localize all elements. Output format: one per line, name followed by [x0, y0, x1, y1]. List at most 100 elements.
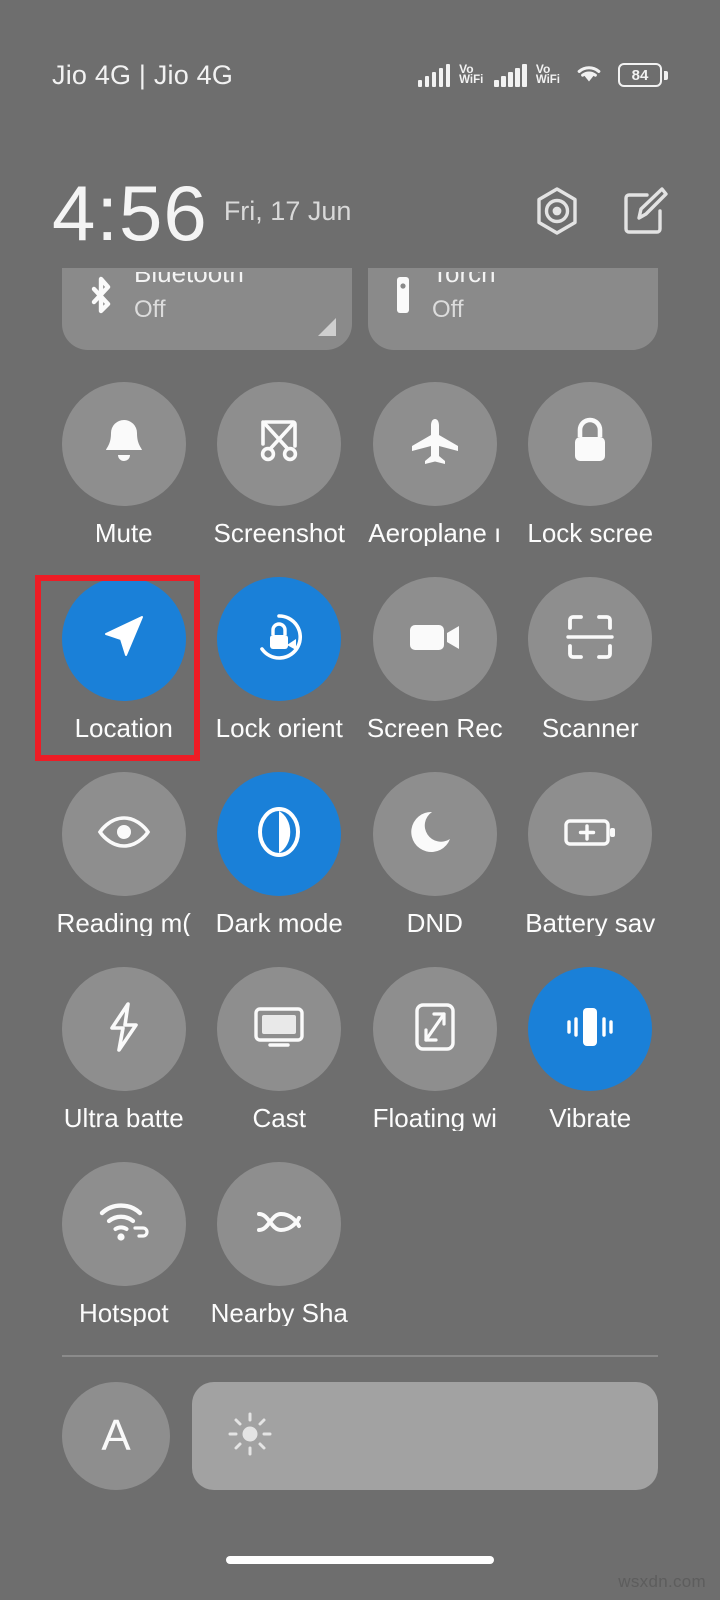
screenshot-icon: [253, 416, 305, 473]
tile-circle: [373, 1162, 497, 1286]
tile-circle[interactable]: [372, 577, 497, 701]
tile-circle[interactable]: [217, 382, 342, 506]
pill-tile-torch[interactable]: Torch Off: [368, 268, 658, 350]
tile-circle[interactable]: [61, 772, 186, 896]
tile-mute[interactable]: Mute: [46, 382, 202, 577]
tile-label: Vibrate: [549, 1105, 632, 1131]
tile-row: Ultra batte Cast Floating wi Vibrate: [46, 967, 674, 1162]
tile-label: Location: [74, 715, 173, 741]
tile-battery-saver[interactable]: Battery sav: [513, 772, 669, 967]
watermark: wsxdn.com: [618, 1572, 706, 1591]
edit-icon[interactable]: [622, 186, 668, 240]
tile-hotspot[interactable]: Hotspot: [46, 1162, 202, 1357]
tile-circle[interactable]: [217, 772, 342, 896]
tile-label: Nearby Sha: [210, 1300, 348, 1326]
tile-circle[interactable]: [61, 967, 186, 1091]
tile-circle[interactable]: [528, 967, 653, 1091]
vowifi-sim1-label: Vo WiFi: [459, 63, 483, 87]
tile-circle[interactable]: [61, 1162, 186, 1286]
hotspot-icon: [95, 1199, 153, 1250]
tile-label: Screenshot: [213, 520, 346, 546]
brightness-slider[interactable]: [192, 1382, 658, 1490]
tile-circle[interactable]: [61, 577, 186, 701]
clock-time[interactable]: 4:56: [52, 174, 208, 252]
auto-brightness-button[interactable]: A: [62, 1382, 170, 1490]
tile-row: Location Lock orient Screen Rec Scanner: [46, 577, 674, 772]
lightning-bolt-icon: [104, 1000, 144, 1059]
battery-tip: [664, 70, 668, 80]
tile-scanner[interactable]: Scanner: [513, 577, 669, 772]
tile-label: Lock scree: [527, 520, 654, 546]
tile-screenshot[interactable]: Screenshot: [202, 382, 358, 577]
tile-circle: [528, 1162, 652, 1286]
pill-tile-bluetooth[interactable]: Bluetooth Off: [62, 268, 352, 350]
tile-circle[interactable]: [372, 772, 497, 896]
scan-frame-icon: [564, 611, 616, 668]
tile-circle[interactable]: [61, 382, 186, 506]
tile-dnd[interactable]: DND: [357, 772, 513, 967]
battery-icon: 84: [618, 63, 668, 87]
eye-icon: [95, 813, 153, 856]
lock-icon: [567, 415, 613, 474]
brightness-sun-icon: [226, 1410, 274, 1463]
tile-label: Screen Rec: [366, 715, 503, 741]
moon-icon: [410, 806, 460, 863]
tile-dark-mode[interactable]: Dark mode: [202, 772, 358, 967]
tile-circle[interactable]: [217, 1162, 342, 1286]
tile-circle[interactable]: [528, 577, 653, 701]
tile-row: Hotspot Nearby Sha: [46, 1162, 674, 1357]
tile-row: Mute Screenshot Aeroplane ı Lock scree: [46, 382, 674, 577]
tile-circle[interactable]: [217, 967, 342, 1091]
pill-tile-text: Torch Off: [432, 272, 496, 322]
tile-label: Mute: [94, 520, 153, 546]
tile-circle[interactable]: [372, 967, 497, 1091]
brightness-row: A: [0, 1382, 720, 1490]
quick-settings-grid: Mute Screenshot Aeroplane ı Lock scree L…: [0, 382, 720, 1357]
tile-lock-screen[interactable]: Lock scree: [513, 382, 669, 577]
vowifi-sim2-label: Vo WiFi: [536, 63, 560, 87]
floating-window-icon: [411, 1000, 459, 1059]
battery-plus-icon: [562, 813, 618, 856]
vibrate-icon: [559, 1003, 621, 1056]
status-bar: Jio 4G | Jio 4G Vo WiFi Vo WiFi 84: [0, 0, 720, 150]
tile-label: Lock orient: [215, 715, 343, 741]
tile-row: Reading m( Dark mode DND Battery sav: [46, 772, 674, 967]
location-arrow-icon: [97, 610, 151, 669]
signal-bars-sim2-icon: [494, 63, 527, 87]
quick-settings-panel: Jio 4G | Jio 4G Vo WiFi Vo WiFi 84 4:56 …: [0, 0, 720, 1600]
torch-icon: [390, 272, 416, 331]
tile-label: Floating wi: [372, 1105, 497, 1131]
tile-label: Aeroplane ı: [368, 520, 502, 546]
tile-circle[interactable]: [528, 382, 653, 506]
tile-aeroplane-mode[interactable]: Aeroplane ı: [357, 382, 513, 577]
tile-cast[interactable]: Cast: [202, 967, 358, 1162]
tile-location[interactable]: Location: [46, 577, 202, 772]
tile-circle[interactable]: [528, 772, 653, 896]
header-actions: [534, 186, 668, 241]
vowifi-bottom: WiFi: [535, 74, 560, 87]
tile-lock-orientation[interactable]: Lock orient: [202, 577, 358, 772]
tile-label: Battery sav: [525, 910, 656, 936]
settings-hexagon-icon[interactable]: [534, 186, 580, 241]
tile-ultra-battery-saver[interactable]: Ultra batte: [46, 967, 202, 1162]
tile-label: Ultra batte: [63, 1105, 184, 1131]
battery-level-label: 84: [618, 63, 662, 87]
status-icon-group: Vo WiFi Vo WiFi 84: [417, 61, 668, 90]
tile-nearby-share[interactable]: Nearby Sha: [202, 1162, 358, 1357]
tile-circle[interactable]: [217, 577, 342, 701]
pill-tile-row: Bluetooth Off Torch Off: [0, 268, 720, 350]
tile-vibrate[interactable]: Vibrate: [513, 967, 669, 1162]
tile-floating-window[interactable]: Floating wi: [357, 967, 513, 1162]
tile-circle[interactable]: [372, 382, 497, 506]
lock-rotation-icon: [251, 609, 307, 670]
expand-corner-icon[interactable]: [318, 318, 336, 336]
clock-date[interactable]: Fri, 17 Jun: [224, 196, 352, 231]
gesture-nav-bar[interactable]: [226, 1556, 494, 1564]
tile-reading-mode[interactable]: Reading m(: [46, 772, 202, 967]
bluetooth-icon: [84, 272, 118, 331]
tile-screen-recorder[interactable]: Screen Rec: [357, 577, 513, 772]
pill-tile-title: Torch: [432, 272, 496, 288]
tile-label: Hotspot: [78, 1300, 169, 1326]
signal-bars-sim1-icon: [417, 63, 451, 87]
pill-tile-text: Bluetooth Off: [134, 272, 244, 322]
